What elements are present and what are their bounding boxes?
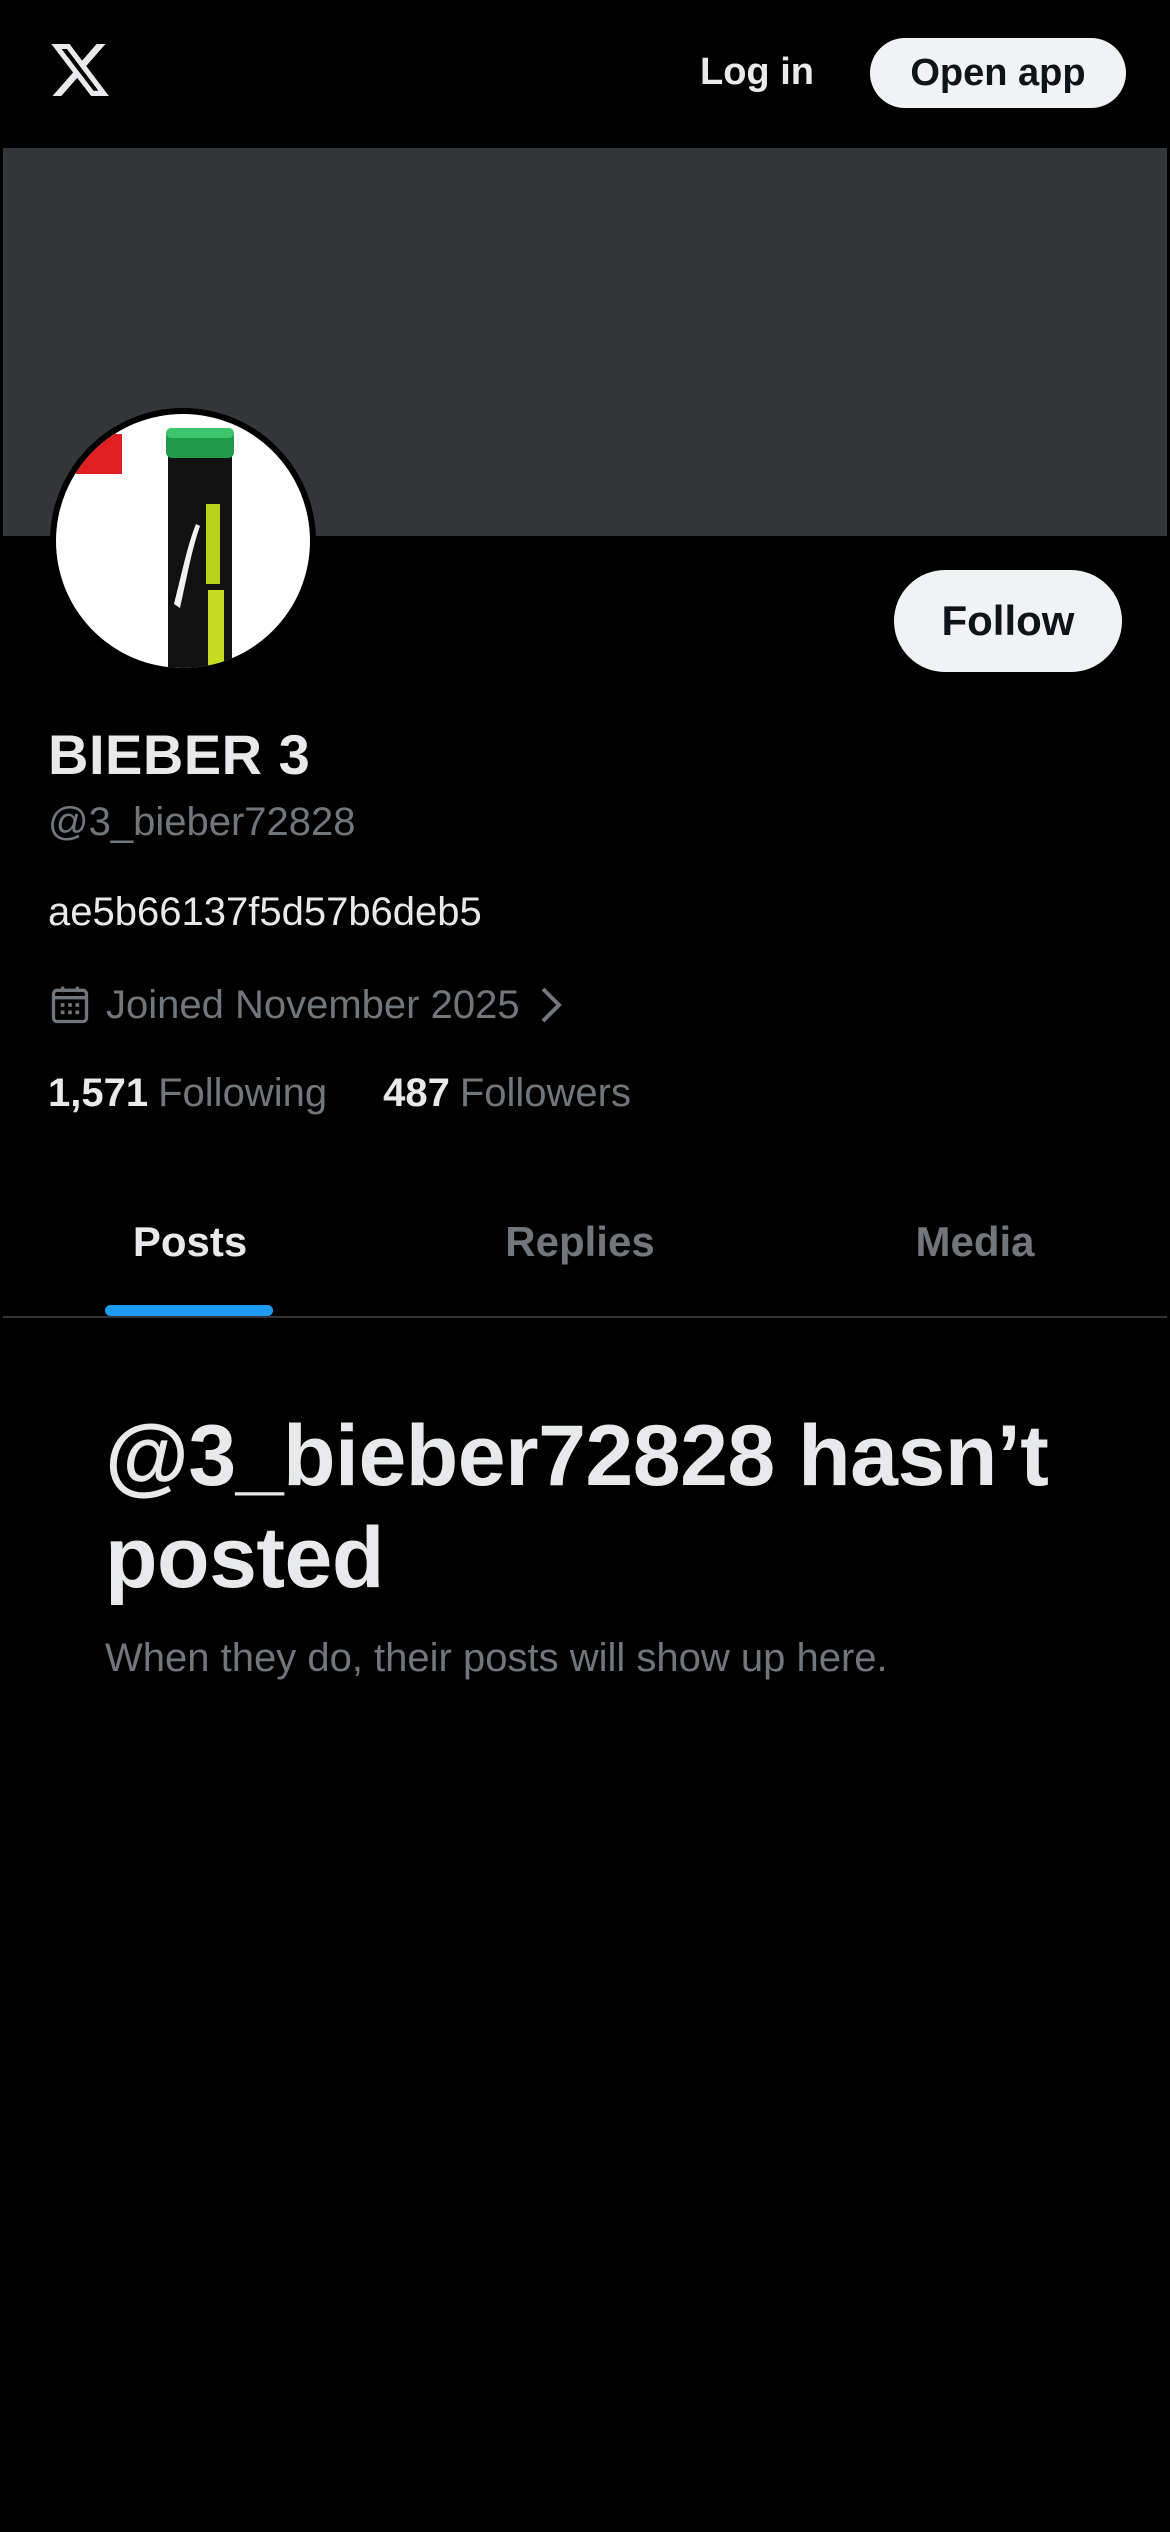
empty-state-title: @3_bieber72828 hasn’t posted bbox=[105, 1408, 1049, 1606]
tab-replies[interactable]: Replies bbox=[440, 1160, 720, 1318]
followers-label: Followers bbox=[459, 1070, 631, 1115]
following-count: 1,571 bbox=[48, 1070, 149, 1115]
follow-stats: 1,571 Following 487 Followers bbox=[48, 1065, 631, 1121]
following-label: Following bbox=[158, 1070, 328, 1115]
user-handle: @3_bieber72828 bbox=[48, 800, 356, 844]
tabs-divider bbox=[3, 1316, 1167, 1318]
x-logo-icon[interactable] bbox=[48, 38, 112, 102]
calendar-icon bbox=[51, 986, 89, 1024]
tab-media[interactable]: Media bbox=[860, 1160, 1090, 1318]
profile-page: Log in Open app Follow BIEBER 3 @3_biebe… bbox=[0, 0, 1170, 2532]
profile-tabs: Posts Replies Media bbox=[0, 1160, 1170, 1318]
login-link[interactable]: Log in bbox=[700, 42, 814, 102]
top-bar: Log in Open app bbox=[0, 0, 1170, 148]
joined-text: Joined November 2025 bbox=[106, 982, 520, 1027]
joined-date-row[interactable]: Joined November 2025 bbox=[48, 975, 566, 1035]
tab-posts[interactable]: Posts bbox=[70, 1160, 310, 1318]
followers-count: 487 bbox=[383, 1070, 450, 1115]
followers-stat[interactable]: 487 Followers bbox=[383, 1071, 631, 1116]
display-name: BIEBER 3 bbox=[48, 723, 311, 786]
following-stat[interactable]: 1,571 Following bbox=[48, 1071, 327, 1116]
active-tab-indicator bbox=[105, 1305, 273, 1316]
open-app-button[interactable]: Open app bbox=[870, 38, 1126, 108]
avatar[interactable] bbox=[50, 408, 316, 674]
follow-button[interactable]: Follow bbox=[894, 570, 1122, 672]
profile-bio: ae5b66137f5d57b6deb5 bbox=[48, 890, 482, 934]
empty-state-subtitle: When they do, their posts will show up h… bbox=[105, 1636, 888, 1680]
badminton-shuttle-tube-avatar-icon bbox=[56, 414, 310, 668]
chevron-right-icon bbox=[541, 987, 562, 1023]
